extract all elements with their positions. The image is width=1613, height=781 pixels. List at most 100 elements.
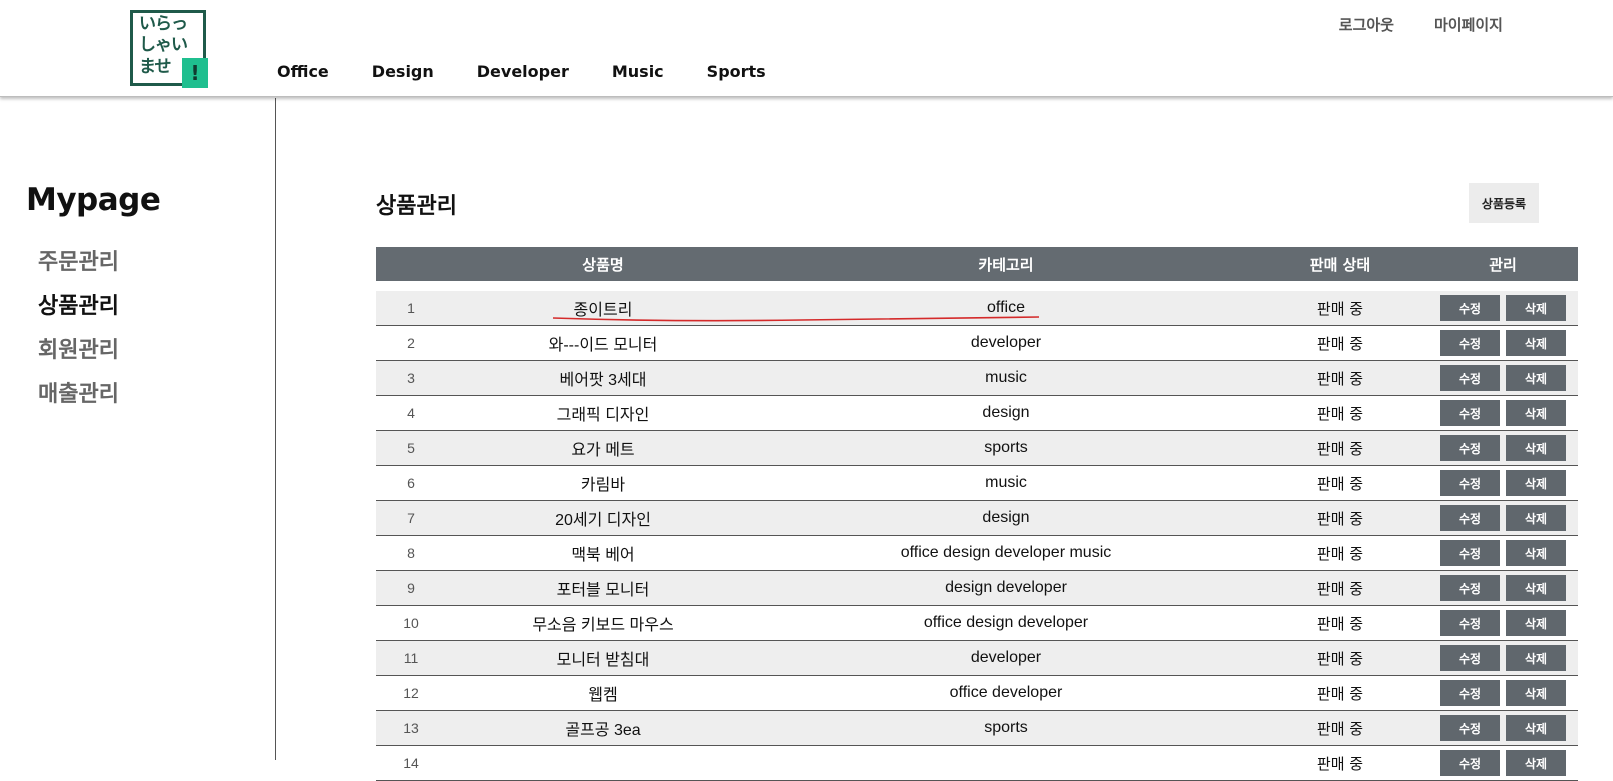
product-name: 무소음 키보드 마우스 (532, 617, 674, 634)
sale-status: 판매 중 (1316, 509, 1364, 528)
product-name: 맥북 베어 (571, 547, 635, 564)
edit-button[interactable]: 수정 (1440, 575, 1500, 601)
column-header-category: 카테고리 (978, 255, 1034, 274)
row-number: 12 (403, 685, 419, 701)
table-row: 11 모니터 받침대 developer 판매 중 수정 삭제 (376, 641, 1578, 676)
edit-button[interactable]: 수정 (1440, 680, 1500, 706)
delete-button[interactable]: 삭제 (1506, 680, 1566, 706)
row-actions: 수정 삭제 (1428, 365, 1578, 391)
row-actions: 수정 삭제 (1428, 470, 1578, 496)
edit-button[interactable]: 수정 (1440, 505, 1500, 531)
product-name: 카림바 (580, 477, 626, 494)
row-number: 3 (407, 370, 415, 386)
delete-button[interactable]: 삭제 (1506, 505, 1566, 531)
row-actions: 수정 삭제 (1428, 400, 1578, 426)
row-number: 4 (407, 405, 415, 421)
edit-button[interactable]: 수정 (1440, 295, 1500, 321)
edit-button[interactable]: 수정 (1440, 435, 1500, 461)
row-actions: 수정 삭제 (1428, 295, 1578, 321)
product-name: 와---이드 모니터 (548, 337, 658, 354)
product-name: 그래픽 디자인 (556, 407, 650, 424)
delete-button[interactable]: 삭제 (1506, 435, 1566, 461)
edit-button[interactable]: 수정 (1440, 645, 1500, 671)
sale-status: 판매 중 (1316, 474, 1364, 493)
nav-design[interactable]: Design (372, 62, 434, 81)
product-category: developer (970, 649, 1042, 666)
mypage-link[interactable]: 마이페이지 (1434, 14, 1503, 35)
delete-button[interactable]: 삭제 (1506, 295, 1566, 321)
sidebar-menu: 주문관리 상품관리 회원관리 매출관리 (38, 248, 119, 424)
table-row: 1 종이트리 office 판매 중 수정 삭제 (376, 291, 1578, 326)
edit-button[interactable]: 수정 (1440, 750, 1500, 776)
sale-status: 판매 중 (1316, 579, 1364, 598)
sale-status: 판매 중 (1316, 719, 1364, 738)
edit-button[interactable]: 수정 (1440, 400, 1500, 426)
column-header-status: 판매 상태 (1309, 255, 1371, 274)
sale-status: 판매 중 (1316, 754, 1364, 773)
table-row: 13 골프공 3ea sports 판매 중 수정 삭제 (376, 711, 1578, 746)
product-name: 모니터 받침대 (556, 652, 650, 669)
row-actions: 수정 삭제 (1428, 680, 1578, 706)
sale-status: 판매 중 (1316, 649, 1364, 668)
edit-button[interactable]: 수정 (1440, 365, 1500, 391)
edit-button[interactable]: 수정 (1440, 330, 1500, 356)
edit-button[interactable]: 수정 (1440, 470, 1500, 496)
delete-button[interactable]: 삭제 (1506, 750, 1566, 776)
sale-status: 판매 중 (1316, 334, 1364, 353)
row-actions: 수정 삭제 (1428, 575, 1578, 601)
delete-button[interactable]: 삭제 (1506, 540, 1566, 566)
site-logo[interactable]: いらっ しゃい ませ ! (130, 10, 208, 88)
product-name: 웹켐 (588, 687, 618, 704)
product-category: office design developer music (900, 544, 1112, 561)
delete-button[interactable]: 삭제 (1506, 645, 1566, 671)
product-category: office (987, 299, 1025, 316)
sidebar-item-orders[interactable]: 주문관리 (38, 248, 119, 292)
row-number: 10 (403, 615, 419, 631)
sale-status: 판매 중 (1316, 299, 1364, 318)
row-actions: 수정 삭제 (1428, 435, 1578, 461)
header-gap (376, 281, 1578, 291)
edit-button[interactable]: 수정 (1440, 610, 1500, 636)
delete-button[interactable]: 삭제 (1506, 365, 1566, 391)
delete-button[interactable]: 삭제 (1506, 330, 1566, 356)
delete-button[interactable]: 삭제 (1506, 610, 1566, 636)
product-category: design (982, 509, 1030, 526)
edit-button[interactable]: 수정 (1440, 540, 1500, 566)
edit-button[interactable]: 수정 (1440, 715, 1500, 741)
product-name: 요가 메트 (571, 442, 635, 459)
category-nav: Office Design Developer Music Sports (277, 62, 809, 81)
sale-status: 판매 중 (1316, 544, 1364, 563)
sidebar-item-members[interactable]: 회원관리 (38, 336, 119, 380)
table-row: 4 그래픽 디자인 design 판매 중 수정 삭제 (376, 396, 1578, 431)
sidebar-item-sales[interactable]: 매출관리 (38, 380, 119, 424)
sidebar-item-products[interactable]: 상품관리 (38, 292, 119, 336)
logout-link[interactable]: 로그아웃 (1339, 14, 1394, 35)
nav-music[interactable]: Music (612, 62, 664, 81)
page-title: 상품관리 (376, 194, 457, 219)
table-row: 3 베어팟 3세대 music 판매 중 수정 삭제 (376, 361, 1578, 396)
table-row: 8 맥북 베어 office design developer music 판매 중 수… (376, 536, 1578, 571)
row-number: 14 (403, 755, 419, 771)
product-name: 골프공 3ea (565, 722, 641, 739)
row-number: 13 (403, 720, 419, 736)
product-name: 베어팟 3세대 (559, 372, 647, 389)
delete-button[interactable]: 삭제 (1506, 470, 1566, 496)
row-number: 2 (407, 335, 415, 351)
register-product-button[interactable]: 상품등록 (1469, 183, 1539, 223)
logo-line-1: いらっ (139, 14, 188, 34)
column-header-name: 상품명 (582, 255, 624, 274)
row-actions: 수정 삭제 (1428, 715, 1578, 741)
sale-status: 판매 중 (1316, 614, 1364, 633)
table-row: 5 요가 메트 sports 판매 중 수정 삭제 (376, 431, 1578, 466)
column-header-manage: 관리 (1489, 255, 1517, 274)
nav-developer[interactable]: Developer (477, 62, 569, 81)
logo-exclamation-mark: ! (182, 58, 208, 88)
delete-button[interactable]: 삭제 (1506, 575, 1566, 601)
nav-sports[interactable]: Sports (707, 62, 766, 81)
row-actions: 수정 삭제 (1428, 505, 1578, 531)
table-row: 12 웹켐 office developer 판매 중 수정 삭제 (376, 676, 1578, 711)
delete-button[interactable]: 삭제 (1506, 715, 1566, 741)
delete-button[interactable]: 삭제 (1506, 400, 1566, 426)
nav-office[interactable]: Office (277, 62, 329, 81)
row-number: 8 (407, 545, 415, 561)
